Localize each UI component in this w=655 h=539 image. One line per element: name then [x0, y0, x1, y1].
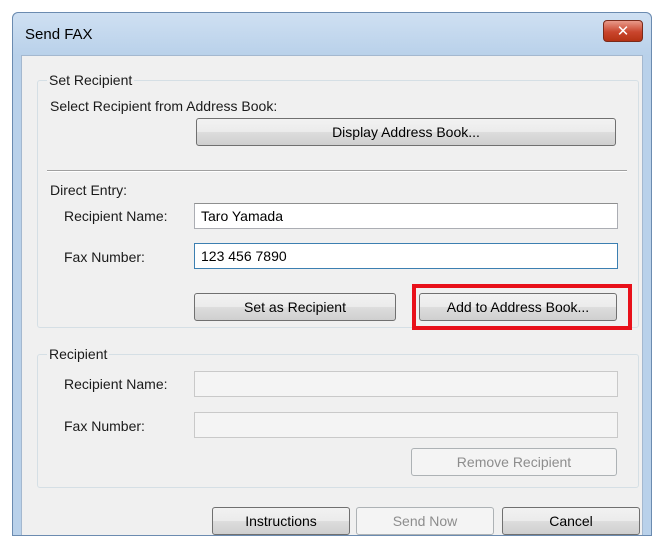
send-fax-dialog: Send FAX ✕ Set Recipient Select Recipien… [12, 12, 652, 536]
fax-number-input[interactable] [194, 243, 618, 269]
title-bar: Send FAX ✕ [13, 13, 651, 55]
fax-number-label-readonly: Fax Number: [64, 418, 145, 434]
direct-entry-label: Direct Entry: [50, 182, 128, 198]
set-as-recipient-button[interactable]: Set as Recipient [194, 293, 396, 321]
close-icon: ✕ [616, 23, 630, 40]
highlight-box [412, 284, 632, 330]
cancel-button[interactable]: Cancel [502, 507, 640, 535]
remove-recipient-button[interactable]: Remove Recipient [411, 448, 617, 476]
dialog-body: Set Recipient Select Recipient from Addr… [21, 55, 643, 535]
dialog-title: Send FAX [25, 26, 93, 43]
recipient-name-label: Recipient Name: [64, 208, 168, 224]
instructions-button[interactable]: Instructions [212, 507, 350, 535]
set-recipient-legend: Set Recipient [47, 72, 135, 88]
fax-number-label: Fax Number: [64, 249, 145, 265]
section-divider [47, 170, 627, 172]
select-from-address-book-label: Select Recipient from Address Book: [50, 98, 278, 114]
send-now-button[interactable]: Send Now [356, 507, 494, 535]
recipient-name-label-readonly: Recipient Name: [64, 376, 168, 392]
display-address-book-button[interactable]: Display Address Book... [196, 118, 616, 146]
close-button[interactable]: ✕ [603, 20, 643, 42]
recipient-name-field [194, 371, 618, 397]
recipient-legend: Recipient [47, 346, 110, 362]
recipient-name-input[interactable] [194, 203, 618, 229]
fax-number-field [194, 412, 618, 438]
